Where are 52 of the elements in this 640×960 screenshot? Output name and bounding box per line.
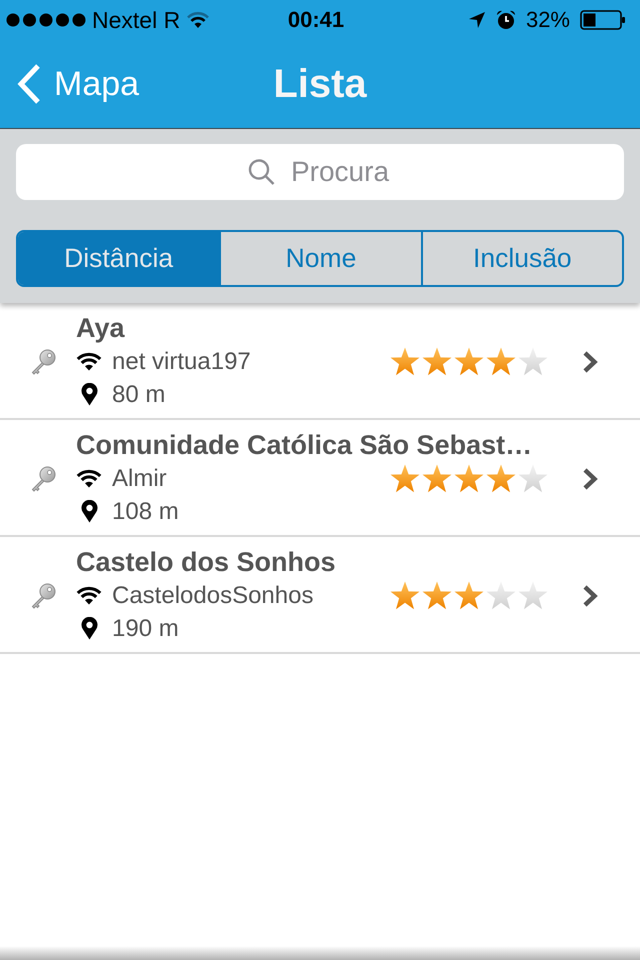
sort-tab[interactable]: Nome — [219, 232, 421, 285]
star-icon — [422, 581, 452, 610]
star-icon — [390, 464, 420, 493]
wifi-ssid: Almir — [112, 464, 167, 494]
distance-text: 108 m — [112, 497, 179, 527]
star-icon — [518, 347, 548, 376]
location-pin-icon — [80, 383, 98, 406]
back-chevron-icon — [16, 63, 42, 105]
back-button[interactable]: Mapa — [0, 63, 140, 105]
search-icon — [248, 158, 275, 186]
wifi-icon — [76, 586, 102, 605]
star-icon — [454, 464, 484, 493]
sort-tab[interactable]: Inclusão — [420, 232, 622, 285]
star-icon — [486, 581, 516, 610]
network-name: Castelo dos Sonhos — [76, 546, 337, 579]
location-pin-icon — [80, 500, 98, 523]
key-icon — [30, 582, 56, 608]
star-icon — [518, 581, 548, 610]
star-icon — [390, 581, 420, 610]
chevron-right-icon — [582, 584, 598, 608]
star-icon — [518, 464, 548, 493]
wifi-ssid: CastelodosSonhos — [112, 581, 314, 611]
location-pin-icon — [80, 617, 98, 640]
chevron-right-icon — [582, 466, 598, 490]
distance-text: 190 m — [112, 614, 179, 644]
signal-strength-icon — [6, 13, 86, 27]
location-arrow-icon — [468, 11, 486, 29]
distance-text: 80 m — [112, 380, 166, 410]
star-icon — [422, 464, 452, 493]
star-icon — [454, 581, 484, 610]
wifi-ssid: net virtua197 — [112, 347, 251, 377]
chevron-right-icon — [582, 350, 598, 374]
status-time: 00:41 — [288, 7, 344, 33]
wifi-icon — [76, 469, 102, 488]
key-icon — [30, 466, 56, 492]
sort-tab[interactable]: Distância — [18, 232, 220, 285]
screen-title: Lista — [273, 62, 367, 106]
network-name: Aya — [76, 312, 126, 345]
carrier-name: Nextel R — [92, 6, 180, 34]
search-field[interactable]: Procura — [16, 144, 624, 200]
battery-percentage: 32% — [526, 7, 570, 33]
wifi-icon — [76, 352, 102, 371]
alarm-clock-icon — [496, 10, 516, 30]
star-icon — [454, 347, 484, 376]
star-icon — [422, 347, 452, 376]
wifi-icon — [186, 11, 210, 29]
battery-icon — [580, 10, 626, 30]
star-icon — [486, 347, 516, 376]
star-icon — [486, 464, 516, 493]
network-name: Comunidade Católica São Sebast… — [76, 429, 534, 462]
star-icon — [390, 347, 420, 376]
key-icon — [30, 348, 56, 374]
